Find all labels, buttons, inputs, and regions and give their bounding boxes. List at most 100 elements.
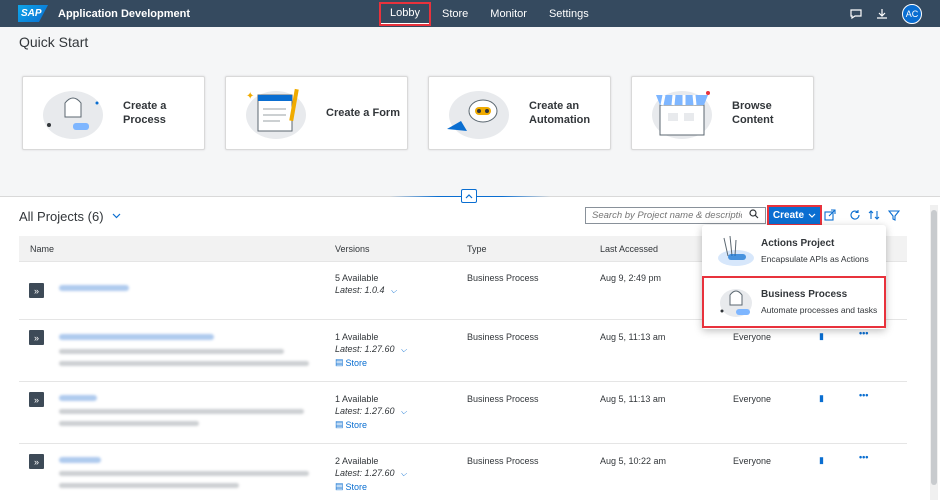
more-options-icon[interactable]: ••• — [859, 328, 868, 338]
column-name[interactable]: Name — [30, 244, 54, 254]
create-button[interactable]: Create — [767, 205, 822, 226]
versions-count: 5 Available — [335, 273, 379, 283]
chevron-down-icon[interactable]: ⌵ — [391, 286, 397, 295]
menu-item-subtitle: Encapsulate APIs as Actions — [761, 254, 869, 264]
menu-item-subtitle: Automate processes and tasks — [761, 305, 878, 315]
create-button-label: Create — [772, 210, 805, 221]
create-menu: Actions Project Encapsulate APIs as Acti… — [702, 225, 886, 329]
sort-icon[interactable] — [867, 208, 881, 222]
download-icon[interactable] — [876, 8, 888, 20]
project-type: Business Process — [467, 332, 539, 342]
import-icon[interactable] — [823, 208, 837, 222]
store-icon: ▤ — [335, 419, 344, 429]
store-icon: ▤ — [335, 481, 344, 491]
versions-count: 2 Available — [335, 456, 379, 466]
access-level: Everyone — [733, 456, 772, 466]
table-row[interactable]: » 2 Available Latest: 1.27.60 ⌵ ▤ Store Bu… — [19, 445, 907, 500]
card-create-process[interactable]: Create a Process — [22, 76, 205, 150]
chevron-down-icon[interactable]: ⌵ — [401, 407, 407, 416]
latest-version[interactable]: Latest: 1.27.60 ⌵ — [335, 468, 407, 479]
form-illustration-icon: ✦ — [238, 83, 310, 143]
store-link[interactable]: ▤ Store — [335, 481, 367, 492]
latest-version[interactable]: Latest: 1.27.60 ⌵ — [335, 344, 407, 355]
all-projects-title[interactable]: All Projects (6) — [19, 209, 121, 224]
store-link[interactable]: ▤ Store — [335, 357, 367, 368]
card-create-form[interactable]: ✦ Create a Form — [225, 76, 408, 150]
menu-item-actions-project[interactable]: Actions Project Encapsulate APIs as Acti… — [702, 225, 886, 277]
access-level: Everyone — [733, 332, 772, 342]
feedback-icon[interactable] — [850, 8, 862, 20]
column-last-accessed[interactable]: Last Accessed — [600, 244, 658, 254]
card-create-automation[interactable]: Create an Automation — [428, 76, 611, 150]
filter-icon[interactable] — [887, 208, 901, 222]
chevron-down-icon[interactable] — [112, 211, 121, 222]
shell-actions: AC — [850, 0, 922, 27]
bookmark-icon[interactable]: ▮ — [819, 331, 824, 342]
nav-store[interactable]: Store — [432, 3, 478, 25]
last-accessed: Aug 5, 11:13 am — [600, 332, 666, 342]
table-row[interactable]: » 1 Available Latest: 1.27.60 ⌵ ▤ Store Bu… — [19, 383, 907, 444]
more-options-icon[interactable]: ••• — [859, 390, 868, 400]
latest-version-label: Latest: 1.0.4 — [335, 285, 385, 295]
project-icon: » — [29, 283, 44, 298]
actions-illustration-icon — [714, 232, 756, 270]
process-illustration-icon — [35, 83, 107, 143]
project-type: Business Process — [467, 456, 539, 466]
refresh-icon[interactable] — [848, 208, 862, 222]
menu-item-title: Actions Project — [761, 238, 835, 249]
bookmark-icon[interactable]: ▮ — [819, 393, 824, 404]
more-options-icon[interactable]: ••• — [859, 452, 868, 462]
chevron-down-icon[interactable]: ⌵ — [401, 345, 407, 354]
project-name[interactable] — [59, 334, 214, 340]
search-field[interactable] — [585, 207, 766, 224]
table-row[interactable]: » 1 Available Latest: 1.27.60 ⌵ ▤ Store Bu… — [19, 321, 907, 382]
project-name[interactable] — [59, 285, 129, 291]
card-label: Create a Form — [326, 107, 400, 119]
chevron-down-icon[interactable]: ⌵ — [401, 469, 407, 478]
sap-logo[interactable]: SAP — [18, 5, 48, 22]
latest-version[interactable]: Latest: 1.27.60 ⌵ — [335, 406, 407, 417]
versions-count: 1 Available — [335, 394, 379, 404]
latest-version[interactable]: Latest: 1.0.4 ⌵ — [335, 285, 397, 296]
store-link-label: Store — [345, 419, 368, 430]
collapse-button[interactable] — [461, 189, 477, 203]
menu-item-title: Business Process — [761, 289, 848, 300]
project-description — [59, 349, 284, 354]
all-projects-label: All Projects (6) — [19, 209, 104, 224]
nav-lobby[interactable]: Lobby — [379, 1, 431, 26]
nav-settings[interactable]: Settings — [539, 3, 599, 25]
project-icon: » — [29, 392, 44, 407]
nav-monitor[interactable]: Monitor — [480, 3, 537, 25]
app-title: Application Development — [58, 7, 191, 20]
project-type: Business Process — [467, 273, 539, 283]
top-nav: Lobby Store Monitor Settings — [379, 0, 601, 27]
store-icon: ▤ — [335, 357, 344, 367]
last-accessed: Aug 5, 10:22 am — [600, 456, 667, 466]
project-description — [59, 483, 239, 488]
search-icon[interactable] — [749, 209, 759, 222]
svg-text:✦: ✦ — [246, 91, 254, 102]
project-type: Business Process — [467, 394, 539, 404]
card-label: Create a Process — [123, 100, 167, 126]
store-link-label: Store — [345, 481, 368, 492]
menu-item-business-process[interactable]: Business Process Automate processes and … — [702, 276, 886, 328]
avatar[interactable]: AC — [902, 3, 922, 24]
project-name[interactable] — [59, 395, 97, 401]
latest-version-label: Latest: 1.27.60 — [335, 468, 395, 478]
last-accessed: Aug 5, 11:13 am — [600, 394, 666, 404]
project-icon: » — [29, 454, 44, 469]
project-description — [59, 361, 309, 366]
bookmark-icon[interactable]: ▮ — [819, 455, 824, 466]
access-level: Everyone — [733, 394, 772, 404]
column-versions[interactable]: Versions — [335, 244, 370, 254]
card-browse-content[interactable]: Browse Content — [631, 76, 814, 150]
scrollbar-thumb[interactable] — [931, 210, 937, 485]
store-link-label: Store — [345, 357, 368, 368]
project-name[interactable] — [59, 457, 101, 463]
column-type[interactable]: Type — [467, 244, 487, 254]
chevron-down-icon — [808, 213, 816, 218]
store-link[interactable]: ▤ Store — [335, 419, 367, 430]
search-input[interactable] — [592, 210, 742, 221]
last-accessed: Aug 9, 2:49 pm — [600, 273, 662, 283]
automation-illustration-icon — [441, 83, 513, 143]
